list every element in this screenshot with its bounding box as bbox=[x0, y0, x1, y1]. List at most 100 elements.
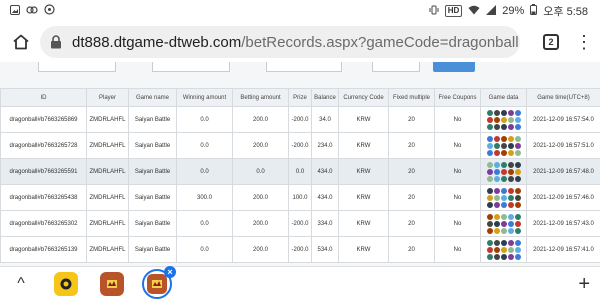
browser-toolbar: dt888.dtgame-dtweb.com/betRecords.aspx?g… bbox=[0, 22, 600, 62]
fixed-multiple-cell: 20 bbox=[388, 106, 435, 133]
page-content: ID Player Game name Winning amount Betti… bbox=[0, 62, 600, 266]
game-data-symbols[interactable] bbox=[482, 213, 526, 234]
symbol-icon bbox=[486, 253, 493, 260]
player-cell: ZMDRLAHFL bbox=[86, 132, 129, 159]
link-icon bbox=[26, 5, 38, 18]
symbol-icon bbox=[507, 213, 514, 220]
column-header[interactable]: Betting amount bbox=[232, 88, 289, 107]
home-button[interactable] bbox=[4, 25, 38, 59]
free-coupons-cell: No bbox=[434, 106, 481, 133]
currency-code-cell: KRW bbox=[338, 236, 389, 263]
symbol-icon bbox=[493, 246, 500, 253]
game-data-symbols[interactable] bbox=[482, 161, 526, 182]
table-row[interactable]: dragonball#b7663265302 ZMDRLAHFL Saiyan Ba… bbox=[0, 210, 600, 237]
table-row[interactable]: dragonball#b7663265869 ZMDRLAHFL Saiyan Ba… bbox=[0, 106, 600, 133]
symbol-icon bbox=[493, 142, 500, 149]
table-row[interactable]: dragonball#b7663265139 ZMDRLAHFL Saiyan Ba… bbox=[0, 236, 600, 263]
game-data-symbols[interactable] bbox=[482, 239, 526, 260]
symbol-icon bbox=[514, 253, 521, 260]
game-data-cell bbox=[480, 158, 527, 185]
currency-code-cell: KRW bbox=[338, 106, 389, 133]
symbol-icon bbox=[493, 135, 500, 142]
menu-button[interactable]: ⋮ bbox=[572, 27, 596, 57]
tab-favicon[interactable] bbox=[54, 271, 78, 296]
symbol-icon bbox=[493, 175, 500, 182]
table-header-row: ID Player Game name Winning amount Betti… bbox=[0, 88, 600, 107]
expand-tabs-button[interactable]: ^ bbox=[6, 275, 36, 293]
symbol-icon bbox=[500, 194, 507, 201]
url-host: dt888.dtgame-dtweb.com bbox=[72, 33, 242, 51]
game-icon bbox=[147, 273, 167, 294]
bet-records-table: ID Player Game name Winning amount Betti… bbox=[0, 88, 600, 263]
column-header[interactable]: ID bbox=[0, 88, 87, 107]
filter-input[interactable] bbox=[372, 62, 420, 72]
chevron-up-icon: ^ bbox=[17, 274, 25, 292]
column-header[interactable]: Game name bbox=[128, 88, 177, 107]
betting-amount-cell: 200.0 bbox=[232, 210, 289, 237]
symbol-icon bbox=[507, 123, 514, 130]
game-data-symbols[interactable] bbox=[482, 187, 526, 208]
column-header[interactable]: Game data bbox=[480, 88, 527, 107]
symbol-icon bbox=[514, 213, 521, 220]
symbol-icon bbox=[500, 239, 507, 246]
filter-input[interactable] bbox=[152, 62, 230, 72]
balance-cell: 34.0 bbox=[311, 106, 339, 133]
address-bar[interactable]: dt888.dtgame-dtweb.com/betRecords.aspx?g… bbox=[40, 26, 520, 58]
symbol-icon bbox=[486, 142, 493, 149]
game-name-cell: Saiyan Battle bbox=[128, 132, 177, 159]
game-name-cell: Saiyan Battle bbox=[128, 184, 177, 211]
table-row[interactable]: dragonball#b7663265591 ZMDRLAHFL Saiyan Ba… bbox=[0, 158, 600, 185]
column-header[interactable]: Player bbox=[86, 88, 129, 107]
symbol-icon bbox=[514, 168, 521, 175]
symbol-icon bbox=[514, 227, 521, 234]
tab-favicon[interactable] bbox=[100, 271, 124, 296]
symbol-icon bbox=[493, 227, 500, 234]
column-header[interactable]: Game time(UTC+8) bbox=[526, 88, 600, 107]
symbol-icon bbox=[514, 201, 521, 208]
filter-bar bbox=[0, 62, 600, 84]
symbol-icon bbox=[493, 239, 500, 246]
search-button[interactable] bbox=[433, 62, 475, 72]
symbol-icon bbox=[500, 168, 507, 175]
more-vert-icon: ⋮ bbox=[575, 31, 593, 52]
symbol-icon bbox=[486, 187, 493, 194]
column-header[interactable]: Free Coupons bbox=[434, 88, 481, 107]
column-header[interactable]: Currency Code bbox=[338, 88, 389, 107]
battery-percent: 29% bbox=[502, 5, 525, 17]
symbol-icon bbox=[507, 201, 514, 208]
winning-amount-cell: 0.0 bbox=[176, 132, 233, 159]
close-tab-button[interactable]: × bbox=[164, 265, 176, 278]
column-header[interactable]: Winning amount bbox=[176, 88, 233, 107]
player-cell: ZMDRLAHFL bbox=[86, 158, 129, 185]
symbol-icon bbox=[514, 109, 521, 116]
symbol-icon bbox=[514, 187, 521, 194]
column-header[interactable]: Balance bbox=[311, 88, 339, 107]
symbol-icon bbox=[514, 161, 521, 168]
symbol-icon bbox=[486, 175, 493, 182]
column-header[interactable]: Prize bbox=[288, 88, 312, 107]
free-coupons-cell: No bbox=[434, 236, 481, 263]
signal-icon bbox=[486, 4, 497, 18]
fixed-multiple-cell: 20 bbox=[388, 184, 435, 211]
symbol-icon bbox=[493, 161, 500, 168]
game-data-symbols[interactable] bbox=[482, 135, 526, 156]
active-tab-favicon[interactable]: × bbox=[142, 265, 176, 299]
url-path: /betRecords.aspx?gameCode=dragonball bbox=[241, 33, 519, 51]
winning-amount-cell: 0.0 bbox=[176, 210, 233, 237]
symbol-icon bbox=[514, 239, 521, 246]
symbol-icon bbox=[507, 109, 514, 116]
currency-code-cell: KRW bbox=[338, 132, 389, 159]
table-row[interactable]: dragonball#b7663265728 ZMDRLAHFL Saiyan Ba… bbox=[0, 132, 600, 159]
game-data-symbols[interactable] bbox=[482, 109, 526, 130]
column-header[interactable]: Fixed multiple bbox=[388, 88, 435, 107]
tab-switcher-button[interactable]: 2 bbox=[536, 27, 566, 57]
symbol-icon bbox=[486, 227, 493, 234]
symbol-icon bbox=[500, 253, 507, 260]
table-row[interactable]: dragonball#b7663265438 ZMDRLAHFL Saiyan Ba… bbox=[0, 184, 600, 211]
clock-time: 오후 5:58 bbox=[543, 6, 588, 18]
filter-input[interactable] bbox=[38, 62, 116, 72]
filter-input[interactable] bbox=[266, 62, 342, 72]
symbol-icon bbox=[507, 161, 514, 168]
new-tab-button[interactable]: + bbox=[578, 273, 590, 296]
player-cell: ZMDRLAHFL bbox=[86, 184, 129, 211]
